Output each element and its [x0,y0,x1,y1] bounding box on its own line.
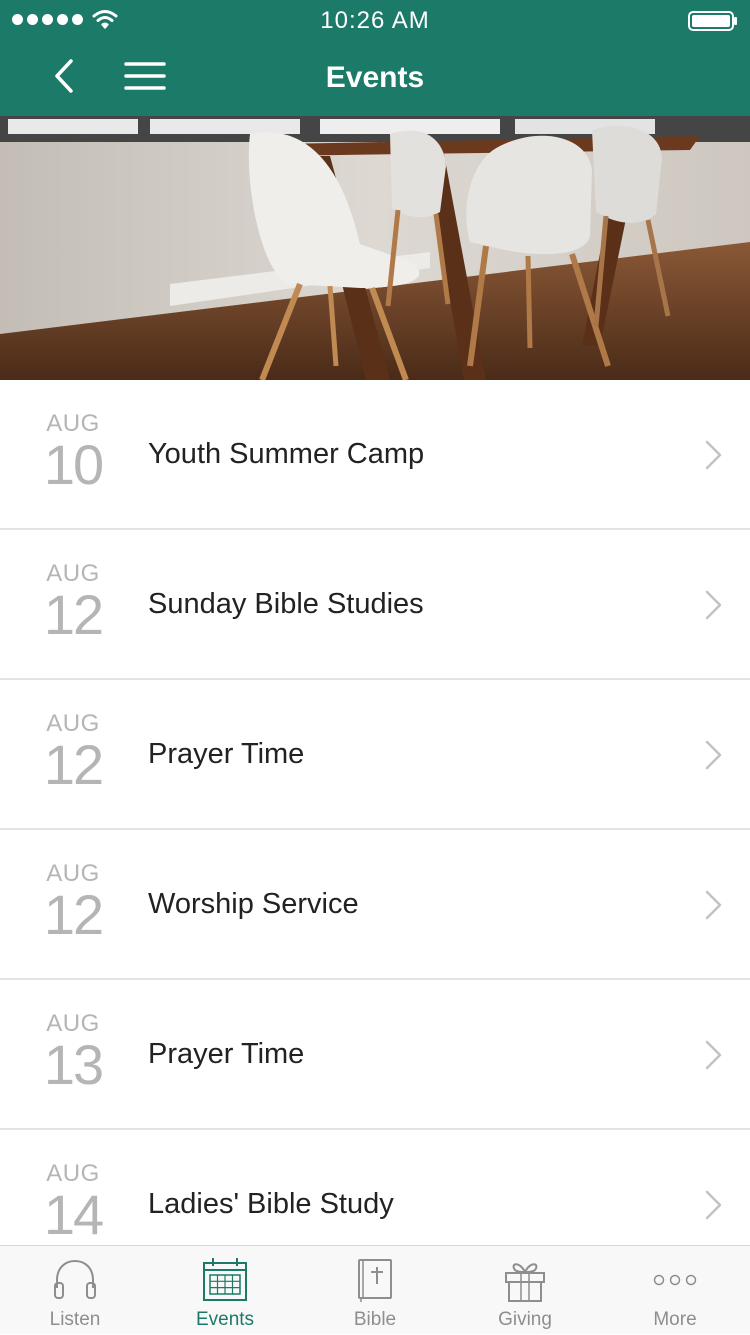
tab-label: Bible [353,1309,397,1330]
gift-icon [505,1263,545,1302]
event-date: AUG 12 [30,860,116,944]
calendar-icon [203,1258,247,1301]
tab-more[interactable]: More [600,1246,750,1335]
battery-icon [688,11,737,31]
event-row[interactable]: AUG 12 Prayer Time [0,680,750,830]
page-title: Events [325,61,425,94]
tab-label: More [653,1309,697,1330]
event-title: Sunday Bible Studies [148,588,424,620]
chevron-right-icon [705,1040,722,1070]
chevron-left-icon [55,59,73,93]
tab-listen[interactable]: Listen [0,1246,150,1335]
tab-label: Events [195,1309,255,1330]
status-bar: 10:26 AM [0,0,750,40]
event-date: AUG 10 [30,410,116,494]
event-list: AUG 10 Youth Summer Camp AUG 12 Sunday B… [0,380,750,1245]
chevron-right-icon [705,1190,722,1220]
event-day: 10 [43,433,104,496]
event-row[interactable]: AUG 13 Prayer Time [0,980,750,1130]
chevron-right-icon [705,590,722,620]
event-date: AUG 14 [30,1160,116,1244]
event-day: 12 [43,733,104,796]
event-row[interactable]: AUG 12 Sunday Bible Studies [0,530,750,680]
event-title: Prayer Time [148,1038,305,1070]
tab-label: Listen [49,1309,101,1330]
status-time: 10:26 AM [320,7,430,34]
back-button[interactable] [44,52,84,100]
hamburger-menu-icon [124,62,166,90]
tab-label: Giving [498,1309,552,1330]
event-title: Ladies' Bible Study [148,1188,394,1220]
tab-giving[interactable]: Giving [450,1246,600,1335]
tab-bar: Listen Events Bible Giving More [0,1245,750,1334]
navigation-bar: Events [0,40,750,116]
tab-bible[interactable]: Bible [300,1246,450,1335]
event-date: AUG 12 [30,560,116,644]
chevron-right-icon [705,890,722,920]
event-day: 12 [43,583,104,646]
event-date: AUG 13 [30,1010,116,1094]
event-day: 14 [43,1183,104,1245]
event-day: 13 [43,1033,104,1096]
more-dots-icon [653,1274,697,1286]
event-date: AUG 12 [30,710,116,794]
headphones-icon [54,1259,96,1299]
event-row[interactable]: AUG 14 Ladies' Bible Study [0,1130,750,1245]
bible-icon [358,1259,392,1302]
event-title: Prayer Time [148,738,305,770]
chevron-right-icon [705,740,722,770]
event-day: 12 [43,883,104,946]
chevron-right-icon [705,440,722,470]
menu-button[interactable] [118,52,172,100]
tab-events[interactable]: Events [150,1246,300,1335]
hero-image [0,116,750,380]
event-row[interactable]: AUG 10 Youth Summer Camp [0,380,750,530]
event-row[interactable]: AUG 12 Worship Service [0,830,750,980]
event-title: Worship Service [148,888,359,920]
event-title: Youth Summer Camp [148,438,425,470]
